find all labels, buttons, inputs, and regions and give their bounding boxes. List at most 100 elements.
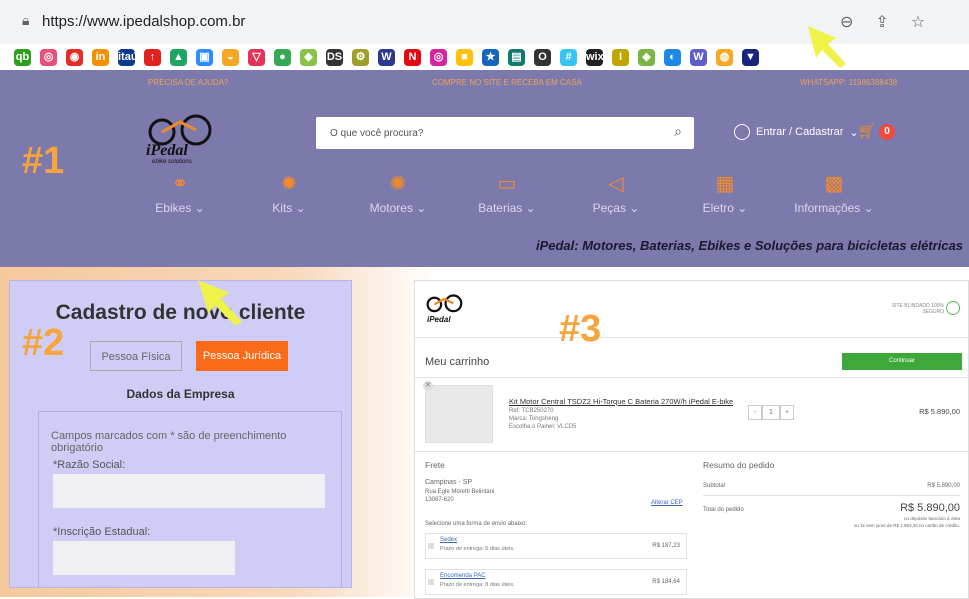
- bookmark-icon[interactable]: ▼: [742, 48, 759, 66]
- bookmark-icon[interactable]: qb: [14, 48, 31, 66]
- bookmark-icon[interactable]: ●: [274, 48, 291, 66]
- total-note-2: ou 3x sem juros de R$ 1.963,33 no cartão…: [853, 523, 960, 528]
- razao-social-label: *Razão Social:: [53, 459, 126, 471]
- bookmark-icon[interactable]: W: [690, 48, 707, 66]
- quantity-stepper[interactable]: - 1 +: [748, 405, 794, 420]
- checkout-logo-text: iPedal: [427, 315, 451, 324]
- decrement-button[interactable]: -: [748, 405, 762, 420]
- help-link[interactable]: PRECISA DE AJUDA?: [148, 78, 228, 87]
- shipping-price: R$ 184,64: [652, 579, 680, 585]
- bookmark-icon[interactable]: DS: [326, 48, 343, 66]
- nav-item-ebikes[interactable]: ⚭ Ebikes ⌄: [130, 171, 230, 215]
- bookmark-icon[interactable]: ◒: [222, 48, 239, 66]
- user-icon: [734, 124, 750, 140]
- nav-item-kits[interactable]: ✹ Kits ⌄: [239, 171, 339, 215]
- razao-social-input[interactable]: [53, 474, 325, 508]
- total-label: Total do pedido: [703, 507, 744, 513]
- whatsapp-link[interactable]: WHATSAPP: 11986388438: [800, 78, 897, 87]
- bookmark-icon[interactable]: ◆: [300, 48, 317, 66]
- shipping-city: Campinas - SP: [425, 479, 473, 486]
- lock-icon: 🔒︎: [22, 13, 30, 29]
- bookmark-icon[interactable]: ▣: [196, 48, 213, 66]
- nav-label: Peças ⌄: [592, 201, 640, 215]
- product-option: Escolha o Painel: VLCD5: [509, 424, 577, 430]
- nav-item-motores[interactable]: ✺ Motores ⌄: [348, 171, 448, 215]
- bookmark-icon[interactable]: ◍: [716, 48, 733, 66]
- bookmark-icon[interactable]: N: [404, 48, 421, 66]
- total-note-1: no depósito bancário à vista: [903, 516, 960, 521]
- radio[interactable]: [428, 543, 434, 549]
- form-box: Campos marcados com * são de preenchimen…: [38, 411, 342, 588]
- shipping-option-pac[interactable]: Encomenda PAC Prazo de entrega: 8 dias ú…: [425, 569, 687, 595]
- bookmark-icon[interactable]: ▲: [170, 48, 187, 66]
- bookmark-icon[interactable]: in: [92, 48, 109, 66]
- shipping-street: Rua Egle Moretti Belintani: [425, 489, 495, 495]
- search-input[interactable]: O que você procura?: [330, 128, 423, 139]
- account-link[interactable]: Entrar / Cadastrar ⌄: [734, 124, 859, 140]
- nav-item-peças[interactable]: ◁ Peças ⌄: [566, 171, 666, 215]
- tab-pessoa-juridica[interactable]: Pessoa Jurídica: [196, 341, 288, 371]
- shipping-price: R$ 187,23: [652, 543, 680, 549]
- bookmark-icon[interactable]: itaú: [118, 48, 138, 66]
- bookmark-icon[interactable]: ★: [482, 48, 499, 66]
- section-title: Dados da Empresa: [126, 387, 235, 401]
- url-text[interactable]: https://www.ipedalshop.com.br: [42, 13, 245, 30]
- inscricao-estadual-label: *Inscrição Estadual:: [53, 526, 151, 538]
- quantity-value[interactable]: 1: [762, 405, 780, 420]
- star-icon[interactable]: ☆: [911, 12, 925, 31]
- logo-text[interactable]: iPedal: [146, 142, 188, 160]
- account-label: Entrar / Cadastrar: [756, 126, 844, 138]
- top-strip: PRECISA DE AJUDA? COMPRE NO SITE E RECEB…: [0, 70, 969, 94]
- tab-pessoa-fisica[interactable]: Pessoa Física: [90, 341, 182, 371]
- bookmark-icon[interactable]: ▽: [248, 48, 265, 66]
- product-name[interactable]: Kit Motor Central TSDZ2 Hi-Torque C Bate…: [509, 397, 733, 406]
- main-nav: ⚭ Ebikes ⌄ ✹ Kits ⌄ ✺ Motores ⌄ ▭ Baterias ⌄ ◁ Pe…: [130, 171, 890, 221]
- bookmark-icon[interactable]: ↑: [144, 48, 161, 66]
- display-icon: ▦: [715, 171, 735, 195]
- motor-icon: ✺: [389, 171, 407, 195]
- bookmark-icon[interactable]: ◉: [66, 48, 83, 66]
- radio[interactable]: [428, 579, 434, 585]
- bookmark-icon[interactable]: ⚙: [352, 48, 369, 66]
- bookmark-icon[interactable]: I: [612, 48, 629, 66]
- nav-label: Baterias ⌄: [478, 201, 536, 215]
- bookmark-icon[interactable]: ◈: [638, 48, 655, 66]
- bookmark-icon[interactable]: ▤: [508, 48, 525, 66]
- bookmark-icon[interactable]: ◎: [40, 48, 57, 66]
- annotation-label-2: #2: [22, 322, 65, 364]
- continue-button[interactable]: Continuar: [842, 353, 962, 370]
- bookmark-icon[interactable]: ◐: [664, 48, 681, 66]
- change-zip-link[interactable]: Alterar CEP: [651, 500, 683, 506]
- total-value: R$ 5.890,00: [900, 502, 960, 514]
- gear-icon: ✹: [280, 171, 298, 195]
- nav-label: Motores ⌄: [369, 201, 427, 215]
- nav-item-eletro[interactable]: ▦ Eletro ⌄: [675, 171, 775, 215]
- inscricao-estadual-input[interactable]: [53, 541, 235, 575]
- share-icon[interactable]: ⇪: [875, 12, 888, 31]
- search-box[interactable]: O que você procura? ⌕: [316, 117, 694, 149]
- checkout-panel: iPedal SITE BLINDADO 100% SEGURO Meu car…: [414, 280, 969, 599]
- bookmark-icon[interactable]: wix: [586, 48, 604, 66]
- logo-subtitle: ebike solutions: [152, 159, 192, 165]
- search-icon[interactable]: ⌕: [674, 124, 682, 140]
- product-price: R$ 5.890,00: [919, 407, 960, 416]
- annotation-label-1: #1: [22, 140, 65, 182]
- bookmark-icon[interactable]: #: [560, 48, 577, 66]
- increment-button[interactable]: +: [780, 405, 794, 420]
- cart-icon[interactable]: 🛒︎: [857, 122, 876, 140]
- battery-icon: ▭: [497, 171, 517, 195]
- nav-item-baterias[interactable]: ▭ Baterias ⌄: [457, 171, 557, 215]
- trash-icon[interactable]: ✕: [423, 381, 433, 391]
- bookmark-icon[interactable]: ◎: [430, 48, 447, 66]
- bookmark-icon[interactable]: ■: [456, 48, 473, 66]
- product-image[interactable]: [425, 385, 493, 443]
- bookmark-icon[interactable]: W: [378, 48, 395, 66]
- nav-label: Ebikes ⌄: [155, 201, 205, 215]
- bookmark-icon[interactable]: O: [534, 48, 551, 66]
- nav-item-informações[interactable]: ▩ Informações ⌄: [784, 171, 884, 215]
- nav-label: Informações ⌄: [794, 201, 874, 215]
- shipping-option-sedex[interactable]: Sedex Prazo de entrega: 5 dias úteis. R$…: [425, 533, 687, 559]
- shipping-select-label: Selecione uma forma de envio abaixo:: [425, 521, 528, 527]
- arrow-pointer-icon: [808, 26, 846, 68]
- shipping-name: Sedex: [440, 537, 458, 543]
